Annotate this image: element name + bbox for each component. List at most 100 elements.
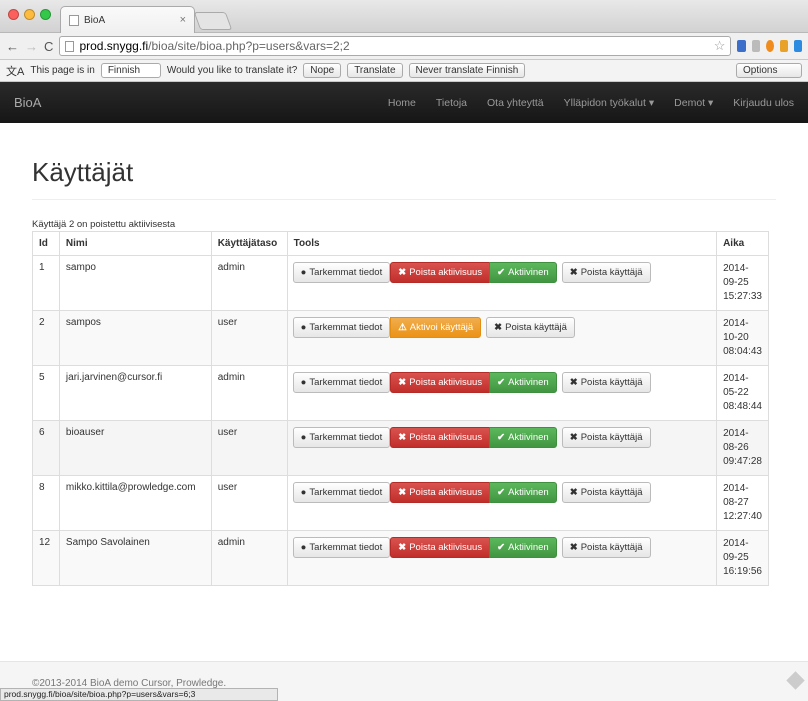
remove-icon: ✖ (569, 542, 578, 553)
active-button[interactable]: ✔ Aktiivinen (489, 482, 557, 503)
nav-admin-tools[interactable]: Ylläpidon työkalut ▾ (564, 97, 655, 109)
nav-contact[interactable]: Ota yhteyttä (487, 97, 544, 109)
check-icon: ✔ (497, 432, 506, 443)
active-button[interactable]: ✔ Aktiivinen (489, 372, 557, 393)
cell-time: 2014-08-26 09:47:28 (716, 420, 769, 476)
delete-user-button[interactable]: ✖ Poista käyttäjä (486, 317, 575, 338)
browser-tab[interactable]: BioA × (60, 6, 195, 33)
cell-level: admin (210, 365, 288, 421)
table-row: 8 mikko.kittila@prowledge.com user ● Tarkemm… (32, 475, 769, 531)
translate-button[interactable]: Translate (347, 63, 403, 78)
page-title: Käyttäjät (32, 157, 776, 200)
back-icon[interactable]: ← (6, 39, 19, 54)
tab-strip: BioA × (0, 0, 808, 33)
header-name: Nimi (58, 231, 212, 256)
active-button[interactable]: ✔ Aktiivinen (489, 537, 557, 558)
status-notice: Käyttäjä 2 on poistettu aktiivisesta (32, 219, 176, 230)
cell-time: 2014-09-25 16:19:56 (716, 530, 769, 586)
nav-home[interactable]: Home (388, 97, 416, 109)
activate-user-button[interactable]: ⚠ Aktivoi käyttäjä (390, 317, 482, 338)
remove-activity-button[interactable]: ✖ Poista aktiivisuus (390, 427, 491, 448)
user-icon: ● (300, 542, 307, 553)
cell-id: 1 (32, 255, 60, 311)
remove-activity-button[interactable]: ✖ Poista aktiivisuus (390, 482, 491, 503)
nav-tietoja[interactable]: Tietoja (436, 97, 467, 109)
remove-activity-button[interactable]: ✖ Poista aktiivisuus (390, 262, 491, 283)
brand[interactable]: BioA (14, 95, 41, 110)
details-button[interactable]: ● Tarkemmat tiedot (292, 537, 391, 558)
nope-button[interactable]: Nope (303, 63, 342, 78)
details-button[interactable]: ● Tarkemmat tiedot (292, 427, 391, 448)
user-icon: ● (300, 432, 307, 443)
table-row: 2 sampos user ● Tarkemmat tiedot ⚠ Aktivoi käy… (32, 310, 769, 366)
close-window-icon[interactable] (8, 9, 19, 20)
download-icon[interactable] (793, 40, 802, 52)
cell-name: bioauser (58, 420, 212, 476)
table-row: 6 bioauser user ● Tarkemmat tiedot ✖ Poista ak… (32, 420, 769, 476)
details-button[interactable]: ● Tarkemmat tiedot (292, 482, 391, 503)
tab-close-icon[interactable]: × (180, 14, 186, 26)
window-controls (8, 9, 51, 20)
details-button[interactable]: ● Tarkemmat tiedot (292, 262, 391, 283)
extension-icon[interactable] (765, 40, 774, 52)
remove-icon: ✖ (569, 267, 578, 278)
nav-demos[interactable]: Demot ▾ (674, 97, 713, 109)
extension-icon[interactable] (751, 40, 760, 52)
url-host: prod.snygg.fi (79, 39, 149, 53)
cell-time: 2014-09-25 15:27:33 (716, 255, 769, 311)
check-icon: ✔ (497, 542, 506, 553)
delete-user-button[interactable]: ✖ Poista käyttäjä (561, 372, 651, 393)
cell-level: admin (210, 255, 288, 311)
new-tab-button[interactable] (193, 12, 233, 30)
options-button[interactable]: Options (736, 63, 802, 78)
delete-user-button[interactable]: ✖ Poista käyttäjä (561, 482, 651, 503)
cell-time: 2014-05-22 08:48:44 (716, 365, 769, 421)
main-content: Käyttäjät Käyttäjä 2 on poistettu aktiiv… (0, 157, 808, 586)
forward-icon[interactable]: → (25, 39, 38, 54)
remove-activity-button[interactable]: ✖ Poista aktiivisuus (390, 537, 491, 558)
reload-icon[interactable]: C (44, 39, 53, 54)
cell-tools: ● Tarkemmat tiedot ✖ Poista aktiivisuus ✔ Akt… (286, 420, 718, 476)
zoom-window-icon[interactable] (40, 9, 51, 20)
table-row: 5 jari.jarvinen@cursor.fi admin ● Tarkemmat … (32, 365, 769, 421)
url-path: /bioa/site/bioa.php?p=users&vars=2;2 (148, 39, 350, 53)
cell-name: sampos (58, 310, 212, 366)
remove-icon: ✖ (398, 377, 407, 388)
cell-level: user (210, 475, 288, 531)
never-translate-button[interactable]: Never translate Finnish (408, 63, 526, 78)
cell-tools: ● Tarkemmat tiedot ✖ Poista aktiivisuus ✔ Akt… (286, 255, 718, 311)
check-icon: ✔ (497, 267, 506, 278)
extension-icon[interactable] (737, 40, 746, 52)
cell-tools: ● Tarkemmat tiedot ✖ Poista aktiivisuus ✔ Akt… (286, 530, 718, 586)
minimize-window-icon[interactable] (24, 9, 35, 20)
cell-level: user (210, 310, 288, 366)
address-bar[interactable]: prod.snygg.fi/bioa/site/bioa.php?p=users… (59, 36, 732, 56)
language-select[interactable]: Finnish (100, 63, 161, 78)
remove-icon: ✖ (398, 542, 407, 553)
active-button[interactable]: ✔ Aktiivinen (489, 262, 557, 283)
delete-user-button[interactable]: ✖ Poista käyttäjä (561, 537, 651, 558)
app-navbar: BioA Home Tietoja Ota yhteyttä Ylläpidon… (0, 82, 808, 123)
active-button[interactable]: ✔ Aktiivinen (489, 427, 557, 448)
cell-id: 12 (32, 530, 60, 586)
nav-logout[interactable]: Kirjaudu ulos (733, 97, 794, 109)
table-row: 1 sampo admin ● Tarkemmat tiedot ✖ Poista akti… (32, 255, 769, 311)
user-icon: ● (300, 267, 307, 278)
delete-user-button[interactable]: ✖ Poista käyttäjä (561, 427, 651, 448)
delete-user-button[interactable]: ✖ Poista käyttäjä (561, 262, 651, 283)
details-button[interactable]: ● Tarkemmat tiedot (292, 372, 391, 393)
remove-activity-button[interactable]: ✖ Poista aktiivisuus (390, 372, 491, 393)
cell-id: 6 (32, 420, 60, 476)
browser-window: BioA × ← → C prod.snygg.fi/bioa/site/bio… (0, 0, 808, 701)
remove-icon: ✖ (569, 377, 578, 388)
details-button[interactable]: ● Tarkemmat tiedot (292, 317, 391, 338)
cell-tools: ● Tarkemmat tiedot ✖ Poista aktiivisuus ✔ Akt… (286, 365, 718, 421)
extension-icon[interactable] (779, 40, 788, 52)
cell-name: sampo (58, 255, 212, 311)
remove-icon: ✖ (494, 322, 503, 333)
warning-icon: ⚠ (398, 322, 407, 333)
remove-icon: ✖ (398, 267, 407, 278)
remove-icon: ✖ (569, 487, 578, 498)
header-level: Käyttäjätaso (210, 231, 288, 256)
bookmark-star-icon[interactable]: ☆ (714, 38, 726, 54)
